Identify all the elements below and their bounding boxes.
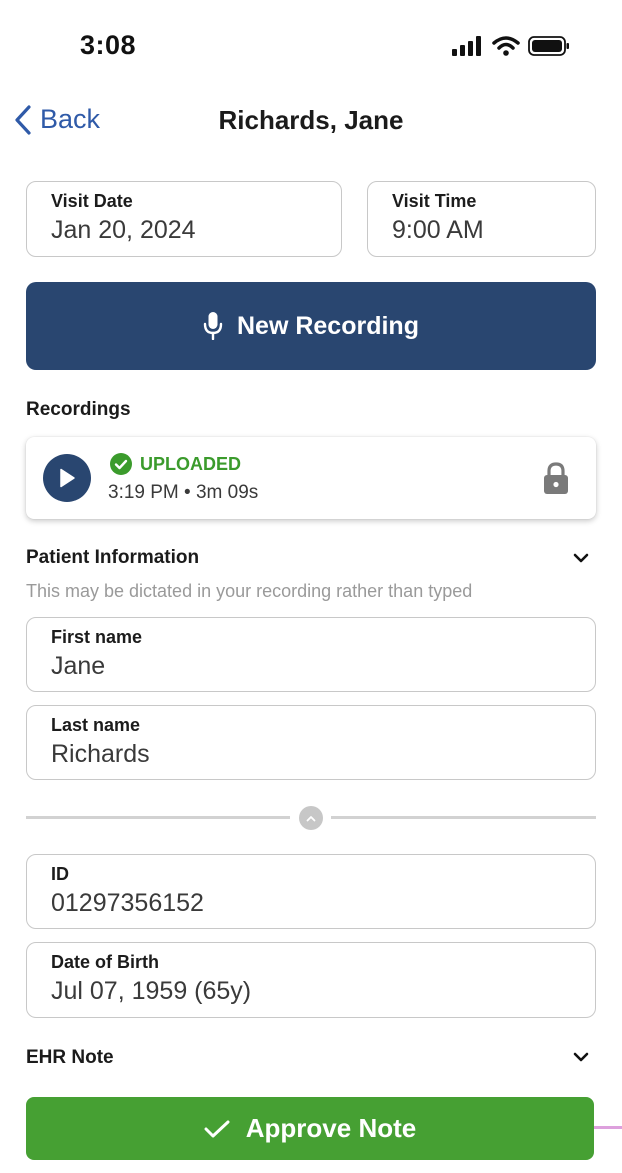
visit-time-value: 9:00 AM — [392, 216, 484, 244]
new-recording-label: New Recording — [237, 311, 419, 340]
visit-date-field[interactable]: Visit Date Jan 20, 2024 — [26, 181, 342, 257]
last-name-label: Last name — [51, 715, 141, 735]
edge-marker — [594, 1126, 622, 1129]
recording-meta: 3:19 PM • 3m 09s — [108, 482, 259, 503]
first-name-value: Jane — [51, 652, 106, 680]
last-name-field[interactable]: Last name Richards — [26, 705, 596, 780]
divider-right — [331, 816, 596, 819]
wifi-icon — [492, 36, 520, 56]
recordings-title: Recordings — [26, 399, 131, 420]
lock-icon — [544, 462, 568, 494]
first-name-label: First name — [51, 627, 143, 647]
patient-info-hint: This may be dictated in your recording r… — [26, 581, 473, 601]
approve-note-label: Approve Note — [245, 1113, 417, 1143]
chevron-down-icon[interactable] — [573, 1052, 589, 1062]
visit-date-value: Jan 20, 2024 — [51, 216, 196, 244]
divider-left — [26, 816, 290, 819]
patient-info-title: Patient Information — [26, 547, 200, 568]
dob-label: Date of Birth — [51, 952, 159, 972]
play-button[interactable] — [43, 454, 91, 502]
recording-status: UPLOADED — [110, 453, 241, 475]
collapse-button[interactable] — [299, 806, 323, 830]
last-name-value: Richards — [51, 740, 150, 768]
visit-date-label: Visit Date — [51, 191, 133, 211]
chevron-up-icon — [306, 815, 316, 821]
chevron-down-icon[interactable] — [573, 553, 589, 563]
status-time: 3:08 — [80, 30, 137, 60]
battery-icon — [528, 36, 569, 56]
id-label: ID — [51, 864, 69, 884]
cellular-signal-icon — [452, 36, 481, 56]
visit-time-field[interactable]: Visit Time 9:00 AM — [367, 181, 596, 257]
id-value: 01297356152 — [51, 889, 204, 917]
dob-value: Jul 07, 1959 (65y) — [51, 977, 252, 1005]
microphone-icon — [203, 312, 223, 340]
approve-note-button[interactable]: Approve Note — [26, 1097, 594, 1160]
checkmark-icon — [204, 1120, 230, 1137]
check-circle-icon — [110, 453, 132, 475]
visit-time-label: Visit Time — [392, 191, 477, 211]
page-title: Richards, Jane — [218, 105, 404, 135]
recording-card[interactable]: UPLOADED 3:19 PM • 3m 09s — [26, 437, 596, 519]
play-icon — [60, 468, 75, 488]
new-recording-button[interactable]: New Recording — [26, 282, 596, 370]
status-icons — [452, 36, 570, 56]
recording-status-label: UPLOADED — [140, 453, 242, 474]
dob-field[interactable]: Date of Birth Jul 07, 1959 (65y) — [26, 942, 596, 1018]
ehr-note-title: EHR Note — [26, 1047, 114, 1068]
first-name-field[interactable]: First name Jane — [26, 617, 596, 692]
id-field[interactable]: ID 01297356152 — [26, 854, 596, 929]
